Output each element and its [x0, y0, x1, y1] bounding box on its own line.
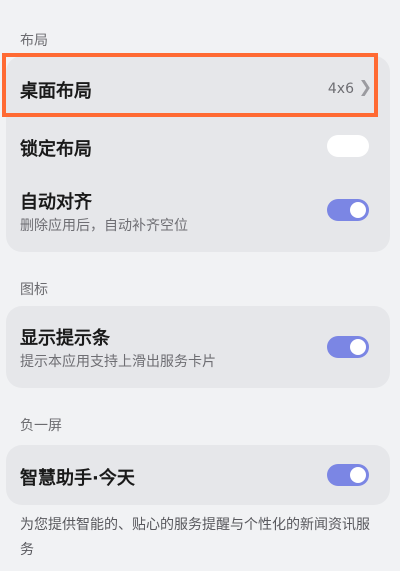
auto-align-row: 自动对齐 删除应用后，自动补齐空位 — [6, 174, 390, 252]
toggle-knob — [350, 339, 366, 355]
lock-layout-label: 锁定布局 — [20, 139, 92, 160]
show-tip-bar-row: 显示提示条 提示本应用支持上滑出服务卡片 — [6, 306, 390, 388]
negative-screen-description: 为您提供智能的、贴心的服务提醒与个性化的新闻资讯服务 — [20, 517, 370, 558]
assistant-today-row: 智慧助手·今天 — [6, 445, 390, 505]
toggle-knob — [330, 138, 346, 154]
highlight-frame — [2, 53, 378, 117]
show-tip-bar-label: 显示提示条 — [20, 328, 110, 349]
toggle-knob — [350, 467, 366, 483]
show-tip-bar-subtitle: 提示本应用支持上滑出服务卡片 — [20, 354, 216, 370]
auto-align-toggle[interactable] — [327, 199, 369, 221]
icon-card: 显示提示条 提示本应用支持上滑出服务卡片 — [6, 306, 390, 388]
section-title-negative-screen: 负一屏 — [20, 418, 62, 434]
assistant-today-label: 智慧助手·今天 — [20, 468, 135, 489]
section-title-layout: 布局 — [20, 33, 48, 49]
toggle-knob — [350, 202, 366, 218]
lock-layout-row: 锁定布局 — [6, 118, 390, 174]
auto-align-subtitle: 删除应用后，自动补齐空位 — [20, 218, 188, 234]
assistant-today-toggle[interactable] — [327, 464, 369, 486]
auto-align-label: 自动对齐 — [20, 192, 92, 213]
section-title-icon: 图标 — [20, 282, 48, 298]
show-tip-bar-toggle[interactable] — [327, 336, 369, 358]
negative-screen-card: 智慧助手·今天 — [6, 445, 390, 505]
lock-layout-toggle[interactable] — [327, 135, 369, 157]
